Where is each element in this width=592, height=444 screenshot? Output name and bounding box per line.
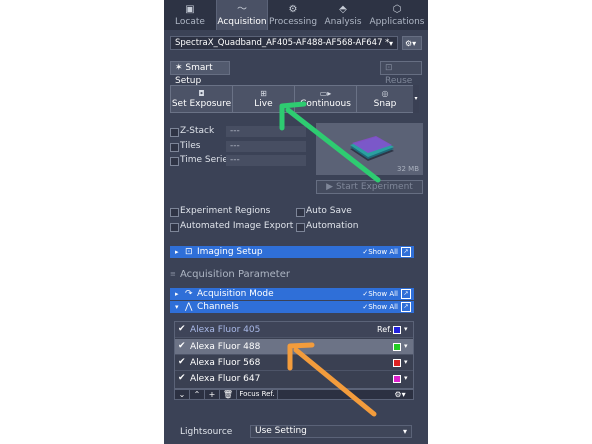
- green-arrow-icon: [279, 101, 381, 183]
- orange-arrow-icon: [287, 342, 377, 417]
- annotation-arrows: [279, 101, 381, 417]
